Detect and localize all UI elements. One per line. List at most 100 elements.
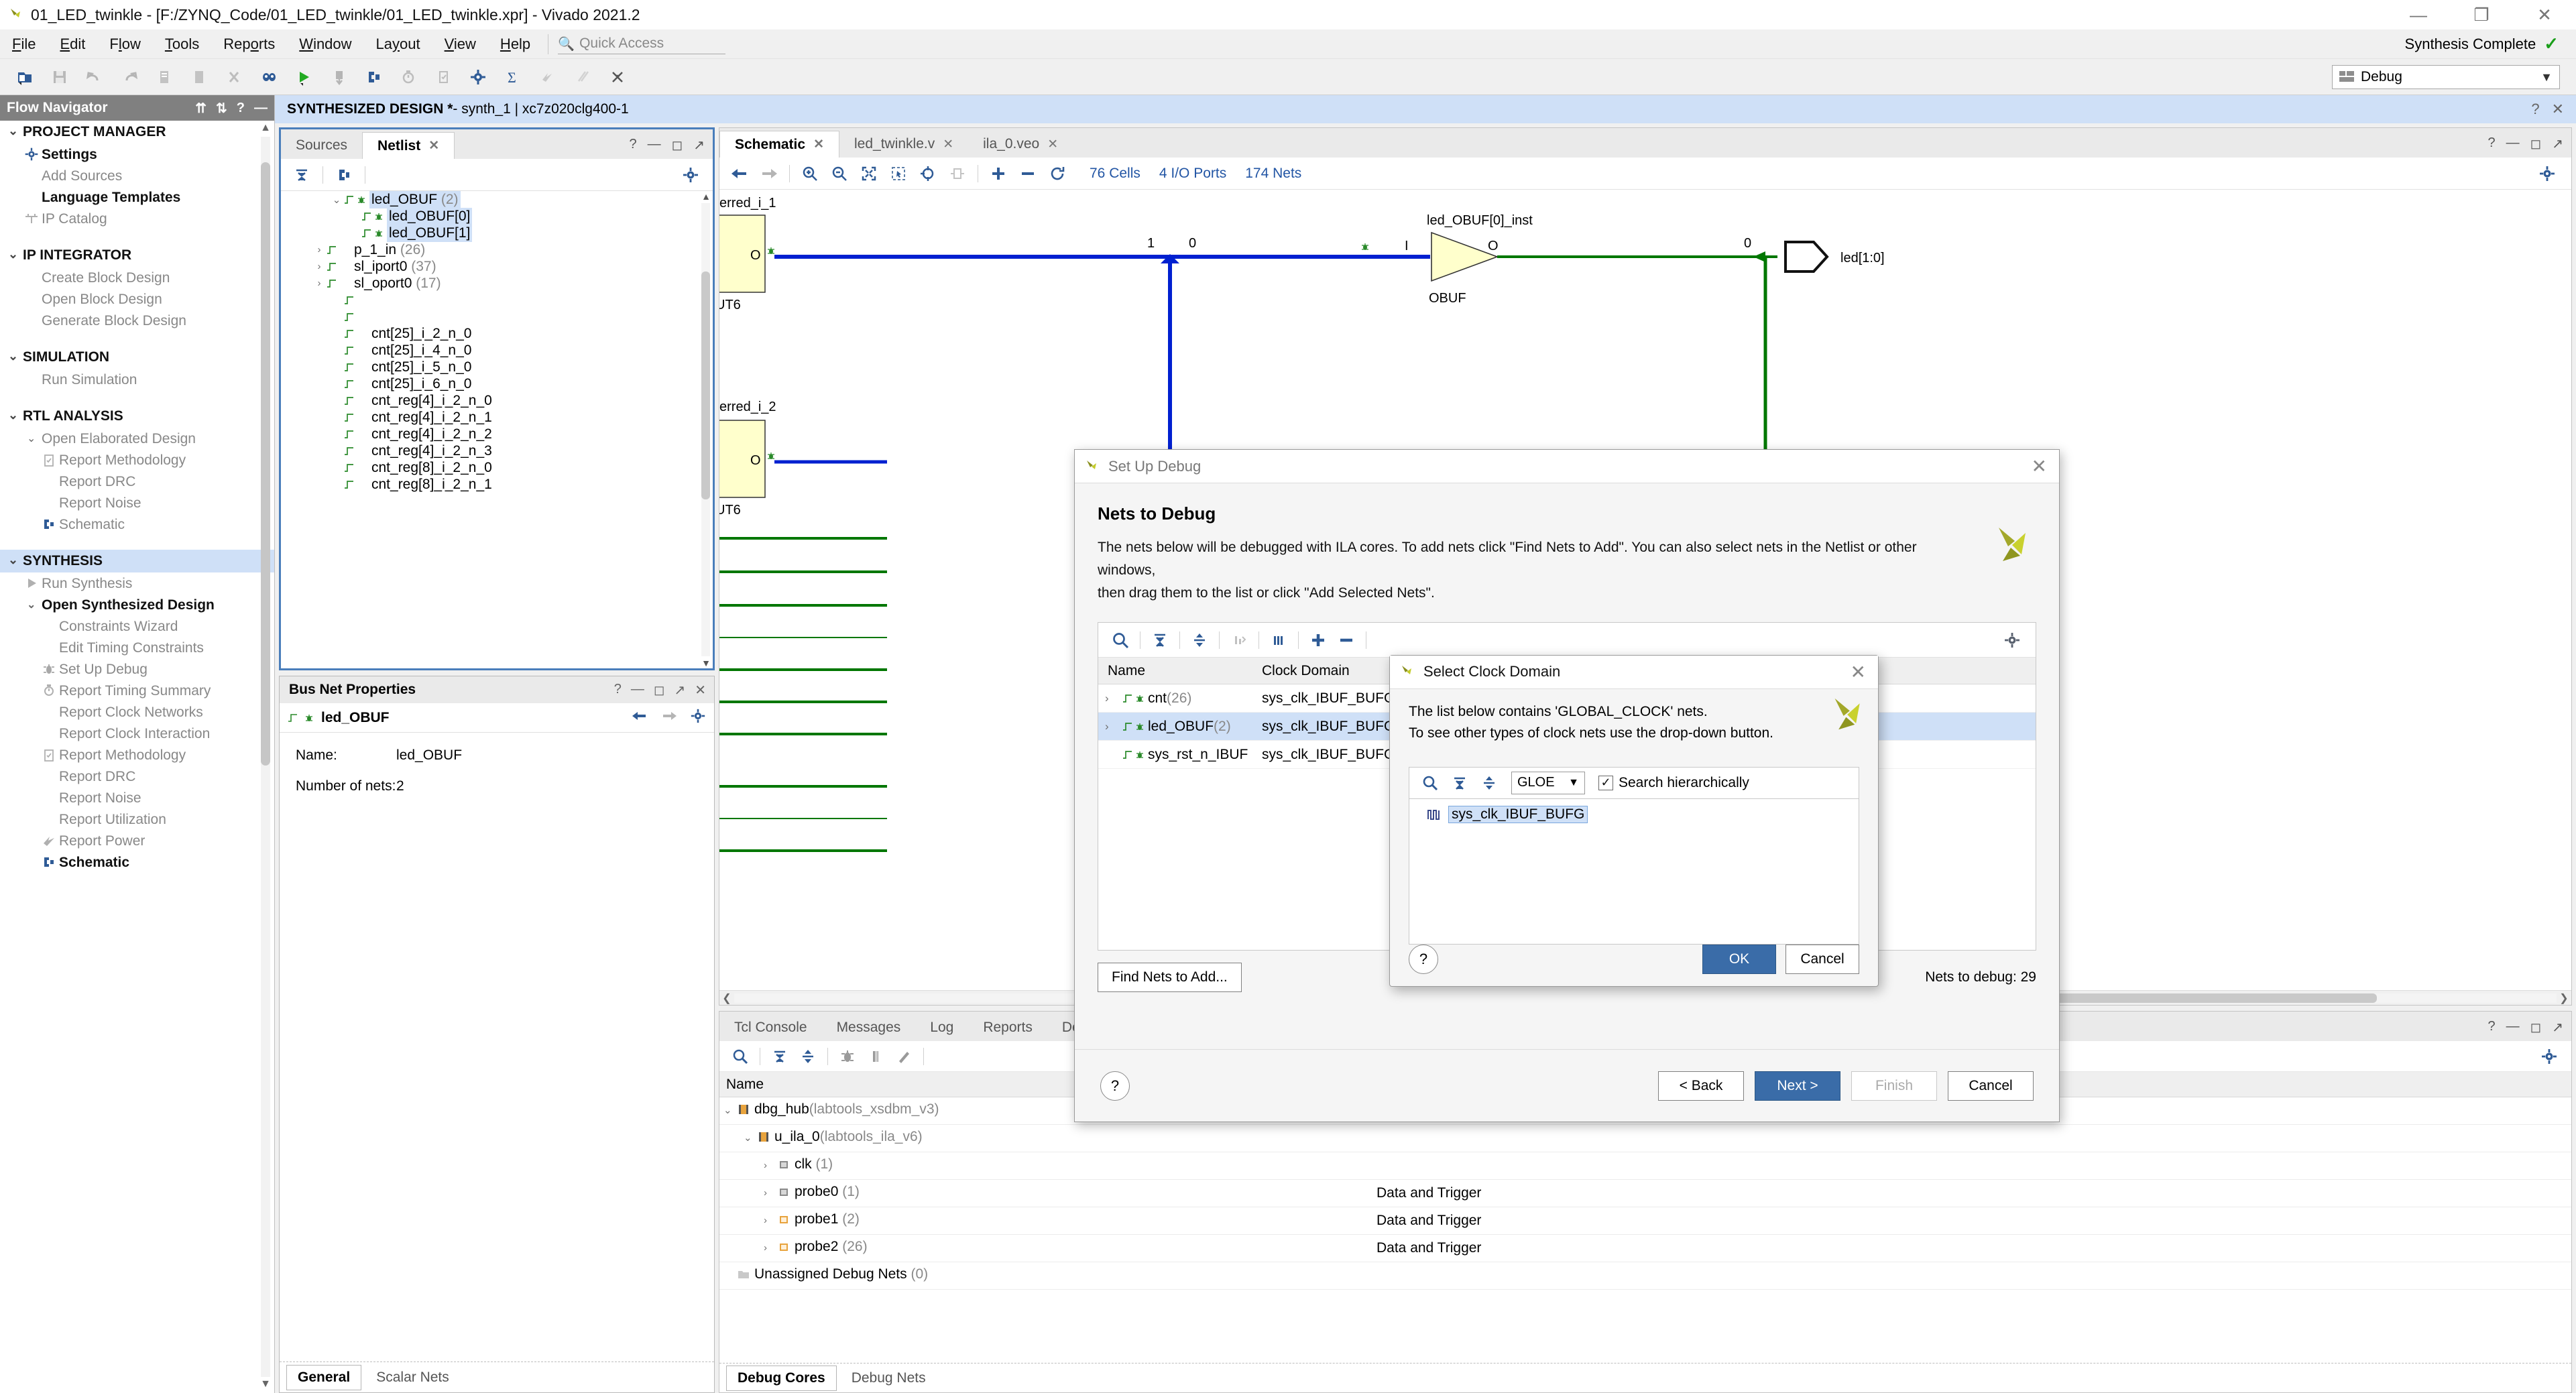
scroll-left-icon[interactable]: ❮ (719, 991, 734, 1005)
expand-toggle-icon[interactable]: ⌄ (329, 194, 344, 206)
menu-edit[interactable]: Edit (48, 29, 97, 59)
minimize-button[interactable]: — (2387, 0, 2450, 29)
menu-tools[interactable]: Tools (153, 29, 211, 59)
sidebar-item-report-drc[interactable]: Report DRC (0, 766, 274, 787)
sidebar-item-ip-catalog[interactable]: IP Catalog (0, 208, 274, 229)
expand-toggle-icon[interactable]: › (1105, 720, 1122, 733)
menu-layout[interactable]: Layout (364, 29, 432, 59)
tree-item[interactable] (281, 308, 713, 325)
menu-window[interactable]: Window (287, 29, 363, 59)
scroll-down-icon[interactable]: ▼ (701, 658, 711, 668)
sidebar-item-report-power[interactable]: Report Power (0, 830, 274, 851)
cells-count[interactable]: 76 Cells (1090, 166, 1140, 182)
nets-count[interactable]: 174 Nets (1245, 166, 1301, 182)
expand-toggle-icon[interactable]: › (764, 1160, 777, 1171)
tree-item[interactable]: cnt[25]_i_4_n_0 (281, 342, 713, 359)
tab-schematic[interactable]: Schematic ✕ (719, 131, 839, 158)
zoom-in-icon[interactable] (797, 161, 823, 186)
minimize-icon[interactable]: — (648, 137, 661, 154)
scroll-right-icon[interactable]: ❯ (2557, 991, 2571, 1005)
float-icon[interactable]: ↗ (693, 137, 705, 154)
checklist-icon[interactable] (429, 63, 457, 91)
close-icon[interactable]: ✕ (1851, 661, 1866, 683)
close-icon[interactable]: ✕ (2032, 455, 2047, 477)
tree-item[interactable]: cnt_reg[4]_i_2_n_1 (281, 409, 713, 426)
nets-table-gear-icon[interactable] (1999, 627, 2025, 653)
clock-interaction-icon[interactable] (603, 63, 632, 91)
banner-close-icon[interactable]: ✕ (2552, 101, 2564, 118)
sidebar-item-run-simulation[interactable]: Run Simulation (0, 369, 274, 390)
assign-icon[interactable] (891, 1044, 917, 1069)
float-icon[interactable]: ↗ (674, 682, 685, 699)
help-icon[interactable]: ? (237, 101, 245, 116)
tree-item[interactable]: cnt[25]_i_5_n_0 (281, 359, 713, 375)
tree-item[interactable]: › sl_iport0 (37) (281, 258, 713, 275)
collapse-all-icon[interactable] (767, 1044, 793, 1069)
power-icon[interactable] (534, 63, 562, 91)
tree-item[interactable]: cnt[25]_i_2_n_0 (281, 325, 713, 342)
netlist-tree[interactable]: ⌄ led_OBUF (2) led_OBUF[0] led_OBUF[1] › p_1_… (281, 191, 713, 668)
tab-log[interactable]: Log (915, 1014, 968, 1041)
probe-icon[interactable] (863, 1044, 888, 1069)
tree-item[interactable]: › sl_oport0 (17) (281, 275, 713, 292)
forward-arrow-icon[interactable] (660, 710, 678, 726)
tree-item[interactable]: led_OBUF[0] (281, 207, 713, 225)
sidebar-section-simulation[interactable]: ⌄ SIMULATION (0, 346, 274, 369)
search-icon[interactable] (1108, 627, 1133, 653)
delete-icon[interactable] (220, 63, 248, 91)
help-icon[interactable]: ? (630, 137, 637, 154)
table-row[interactable]: › clk (1) (719, 1152, 2571, 1180)
table-row[interactable]: Unassigned Debug Nets (0) (719, 1262, 2571, 1290)
sidebar-item-report-methodology[interactable]: Report Methodology (0, 449, 274, 471)
close-button[interactable]: ✕ (2513, 0, 2576, 29)
banner-help-icon[interactable]: ? (2531, 101, 2539, 118)
debug-settings-gear-icon[interactable] (2536, 1044, 2562, 1069)
run-icon[interactable] (290, 63, 318, 91)
minimize-icon[interactable]: — (631, 682, 644, 699)
tab-scalar-nets[interactable]: Scalar Nets (365, 1366, 460, 1390)
tree-item[interactable]: cnt_reg[8]_i_2_n_1 (281, 476, 713, 493)
checkbox-box[interactable]: ✓ (1598, 775, 1613, 790)
scroll-down-icon[interactable]: ▼ (259, 1378, 272, 1392)
tab-reports[interactable]: Reports (968, 1014, 1047, 1041)
find-nets-to-add-button[interactable]: Find Nets to Add... (1098, 963, 1242, 992)
save-icon[interactable] (46, 63, 74, 91)
tree-item[interactable]: cnt_reg[4]_i_2_n_0 (281, 392, 713, 409)
tree-item[interactable]: cnt_reg[8]_i_2_n_0 (281, 459, 713, 476)
sidebar-item-report-noise[interactable]: Report Noise (0, 492, 274, 513)
help-button[interactable]: ? (1100, 1071, 1130, 1101)
back-arrow-icon[interactable] (631, 710, 648, 726)
tree-item[interactable]: led_OBUF[1] (281, 224, 713, 242)
next-button[interactable]: Next > (1755, 1071, 1840, 1101)
clock-type-dropdown[interactable]: GLOE ▼ (1511, 771, 1585, 794)
netlist-scrollbar[interactable]: ▲ ▼ (699, 191, 713, 668)
minimize-icon[interactable]: — (2506, 1019, 2520, 1036)
center-icon[interactable] (915, 161, 941, 186)
tree-item[interactable]: cnt_reg[4]_i_2_n_3 (281, 442, 713, 459)
sidebar-item-settings[interactable]: Settings (0, 143, 274, 165)
tree-item[interactable]: cnt[25]_i_6_n_0 (281, 375, 713, 392)
add-nets-icon[interactable] (1305, 627, 1331, 653)
sidebar-section-rtl-analysis[interactable]: ⌄ RTL ANALYSIS (0, 405, 274, 428)
sidebar-item-generate-block-design[interactable]: Generate Block Design (0, 310, 274, 331)
sidebar-section-synthesis[interactable]: ⌄ SYNTHESIS (0, 550, 274, 572)
quick-access-search[interactable]: 🔍 Quick Access (558, 34, 726, 54)
float-icon[interactable]: ↗ (2552, 1019, 2563, 1036)
ungroup-nets-icon[interactable] (1266, 627, 1291, 653)
sidebar-section-ip-integrator[interactable]: ⌄ IP INTEGRATOR (0, 244, 274, 267)
bug-icon[interactable] (835, 1044, 860, 1069)
tab-sources[interactable]: Sources (281, 132, 362, 159)
minimize-panel-icon[interactable]: — (254, 101, 268, 116)
sum-icon[interactable]: Σ (499, 63, 527, 91)
settings-gear-icon[interactable] (464, 63, 492, 91)
sidebar-item-set-up-debug[interactable]: Set Up Debug (0, 658, 274, 680)
sidebar-item-report-clock-interaction[interactable]: Report Clock Interaction (0, 723, 274, 744)
expand-toggle-icon[interactable]: › (764, 1187, 777, 1199)
ok-button[interactable]: OK (1702, 945, 1776, 974)
sidebar-item-report-noise[interactable]: Report Noise (0, 787, 274, 808)
search-icon[interactable] (727, 1044, 753, 1069)
help-icon[interactable]: ? (614, 682, 622, 699)
close-icon[interactable]: ✕ (1047, 137, 1058, 152)
forward-arrow-icon[interactable] (756, 161, 782, 186)
expand-toggle-icon[interactable]: › (312, 244, 327, 255)
